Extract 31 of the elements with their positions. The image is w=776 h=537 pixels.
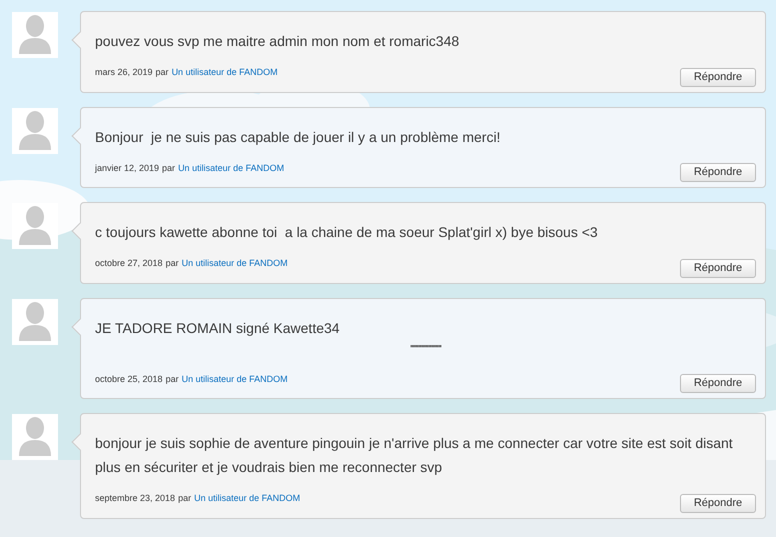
comment-date: janvier 12, 2019	[95, 162, 160, 175]
by-label: par	[166, 372, 179, 386]
avatar-icon	[12, 414, 58, 460]
reply-button[interactable]: Répondre	[680, 494, 756, 512]
comment-text: ''''''''''''''''''''''''''''''''''	[409, 342, 442, 356]
avatar-icon	[12, 12, 58, 58]
by-label: par	[156, 66, 169, 79]
by-label: par	[166, 257, 179, 270]
avatar-icon	[12, 298, 58, 344]
author-link[interactable]: Un utilisateur de FANDOM	[182, 372, 288, 386]
comment-text: pouvez vous svp me maitre admin mon nom et romaric348	[95, 32, 460, 51]
comment-date: octobre 25, 2018	[95, 372, 163, 386]
comment-text: JE TADORE ROMAIN signé Kawette34	[95, 318, 341, 338]
author-link[interactable]: Un utilisateur de FANDOM	[182, 257, 288, 270]
author-link[interactable]: Un utilisateur de FANDOM	[178, 162, 284, 175]
by-label: par	[162, 162, 176, 175]
author-link[interactable]: Un utilisateur de FANDOM	[194, 492, 300, 506]
comment-text: c toujours kawette abonne toi a la chaine de ma soeur Splat'girl x) bye bisous <3	[95, 223, 599, 242]
by-label: par	[178, 492, 192, 505]
comment-text: bonjour je suis sophie de aventure pingouin je n'arrive plus a me connecter car votre site est soit disant plus en sécuriter et je voudrais bien me reconnecter svp	[95, 434, 734, 477]
reply-button[interactable]: Répondre	[680, 374, 756, 393]
comment-date: octobre 27, 2018	[95, 257, 163, 270]
comment-text: Bonjour je ne suis pas capable de jouer il y a un problème merci!	[95, 128, 502, 147]
avatar-icon	[12, 203, 58, 249]
comment-date: septembre 23, 2018	[95, 492, 176, 505]
reply-button[interactable]: Répondre	[680, 163, 756, 182]
reply-button[interactable]: Répondre	[680, 68, 756, 86]
comment-date: mars 26, 2019	[95, 66, 153, 79]
author-link[interactable]: Un utilisateur de FANDOM	[172, 66, 278, 80]
avatar-icon	[12, 108, 58, 154]
reply-button[interactable]: Répondre	[680, 258, 756, 278]
